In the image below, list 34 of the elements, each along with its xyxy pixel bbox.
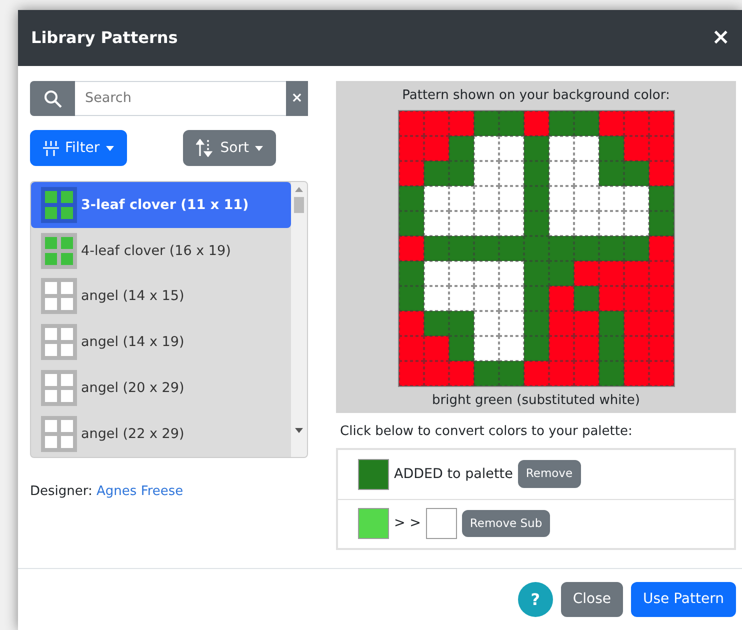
- help-button[interactable]: ?: [518, 582, 553, 617]
- pattern-list-item[interactable]: angel (22 x 29): [31, 410, 291, 457]
- pattern-thumbnail: [41, 278, 77, 314]
- added-status-text: ADDED to palette: [394, 464, 513, 484]
- remove-button[interactable]: Remove Sub: [462, 510, 550, 538]
- pattern-list-item[interactable]: angel (14 x 19): [31, 319, 291, 366]
- pattern-list-item[interactable]: angel (14 x 15): [31, 274, 291, 320]
- sort-icon: [196, 139, 214, 157]
- pattern-list-item[interactable]: angel (20 x 29): [31, 365, 291, 411]
- pattern-thumbnail: [41, 324, 77, 360]
- footer-button[interactable]: Use Pattern: [631, 582, 736, 617]
- sort-button[interactable]: Sort: [183, 130, 276, 166]
- footer-button[interactable]: Close: [560, 582, 624, 617]
- designer-label: Designer:: [30, 484, 92, 499]
- search-field[interactable]: Search: [75, 81, 286, 116]
- pattern-list-item[interactable]: 3-leaf clover (11 x 11): [31, 182, 291, 228]
- clear-search-button[interactable]: ×: [286, 81, 308, 116]
- convert-instructions: Click below to convert colors to your palette:: [339, 423, 634, 441]
- remove-button[interactable]: Remove: [518, 460, 581, 488]
- pattern-thumbnail: [41, 416, 77, 452]
- search-icon: [44, 90, 62, 108]
- filter-icon: [43, 140, 59, 156]
- dialog-title: Library Patterns: [31, 28, 178, 48]
- preview-footnote: bright green (substituted white): [432, 392, 640, 410]
- pattern-list-item[interactable]: 4-leaf clover (16 x 19): [31, 228, 291, 274]
- filter-button[interactable]: Filter: [30, 130, 127, 166]
- search-button[interactable]: [30, 81, 75, 116]
- designer-link[interactable]: Agnes Freese: [96, 484, 184, 499]
- pattern-thumbnail: [41, 232, 77, 269]
- substitution-arrow: > >: [394, 514, 421, 534]
- preview-caption: Pattern shown on your background color:: [402, 87, 670, 105]
- close-button[interactable]: ×: [712, 27, 730, 49]
- pattern-thumbnail: [41, 186, 77, 223]
- pattern-thumbnail: [41, 370, 77, 406]
